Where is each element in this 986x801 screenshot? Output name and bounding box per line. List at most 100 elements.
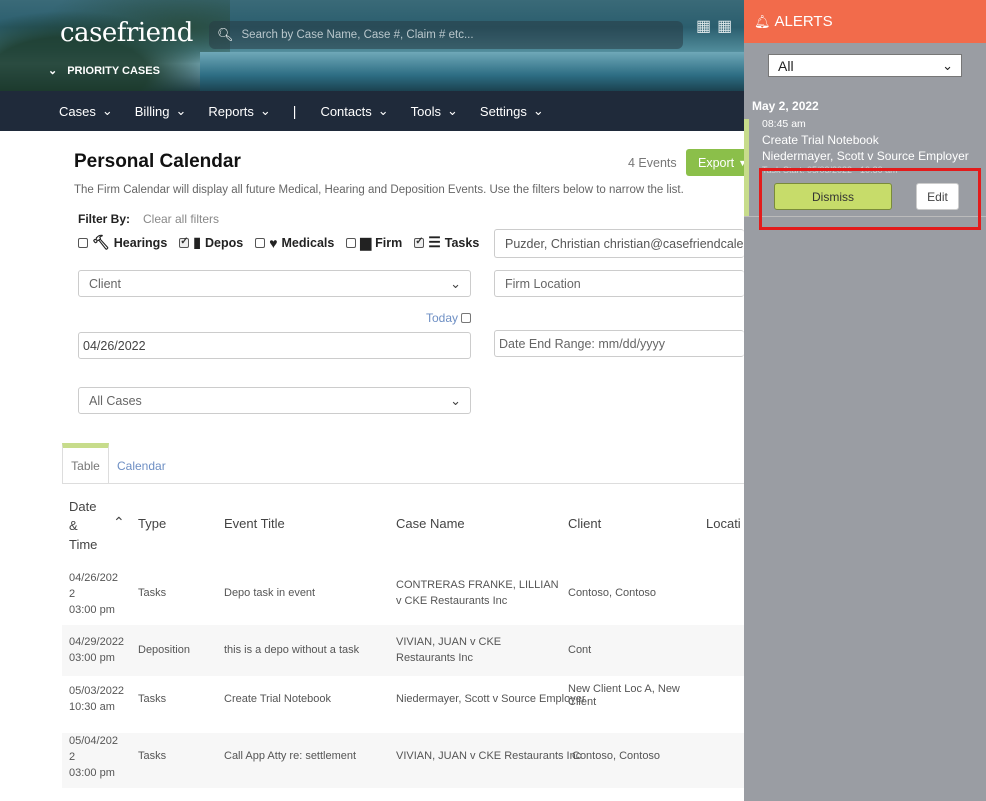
nav-separator: | [292, 103, 297, 119]
search-input[interactable]: 🔍︎ Search by Case Name, Case #, Claim # … [209, 21, 683, 49]
cell-title[interactable]: Create Trial Notebook [224, 691, 331, 707]
cell-date: 05/03/2022 10:30 am [69, 683, 124, 715]
hearings-checkbox[interactable] [78, 237, 88, 248]
cell-type: Tasks [138, 587, 167, 599]
user-select[interactable]: Puzder, Christian christian@casefriendca… [494, 229, 744, 258]
priority-cases-toggle[interactable]: ⌄ PRIORITY CASES [48, 64, 160, 78]
date-line: 2 [69, 751, 76, 763]
cell-title[interactable]: Call App Atty re: settlement [224, 748, 356, 764]
nav-item-cases[interactable]: Cases ⌄ [59, 103, 113, 119]
chevron-down-icon: ⌄ [532, 103, 544, 118]
nav-label: Tools [410, 103, 442, 119]
list-icon: ☰ [428, 234, 441, 250]
today-label: Today [426, 311, 459, 325]
start-date-input[interactable]: 04/26/2022 [78, 332, 471, 359]
header-text: & [69, 518, 78, 533]
case-line: v CKE Restaurants Inc [396, 595, 508, 607]
sea-graphic [200, 52, 800, 91]
tab-calendar[interactable]: Calendar [117, 459, 166, 473]
bell-icon: 🔔︎ [754, 13, 771, 29]
time-line: 03:00 pm [69, 767, 115, 779]
date-line: 04/26/202 [69, 572, 118, 584]
alert-time: 08:45 am [762, 118, 806, 130]
cell-title[interactable]: Depo task in event [224, 585, 315, 601]
date-line: 04/29/2022 [69, 636, 125, 648]
highlight-box [759, 168, 981, 230]
alerts-filter-value: All [778, 57, 794, 74]
cell-case[interactable]: VIVIAN, JUAN v CKE Restaurants Inc [396, 634, 501, 666]
date-line: 2 [69, 588, 76, 600]
firm-label: Firm [375, 235, 403, 250]
chevron-down-icon: ⌄ [450, 393, 461, 408]
priority-cases-label: PRIORITY CASES [67, 64, 160, 77]
filter-depos[interactable]: ▮ Depos [179, 234, 243, 251]
cell-client: Contoso, Contoso [572, 750, 661, 762]
nav-label: Reports [208, 103, 254, 119]
filter-firm[interactable]: ▆ Firm [346, 234, 402, 251]
filter-medicals[interactable]: ♥ Medicals [255, 235, 334, 251]
cell-date: 04/29/2022 03:00 pm [69, 634, 124, 666]
filter-tasks[interactable]: ☰ Tasks [414, 234, 479, 251]
chevron-down-icon: ⌄ [48, 65, 58, 77]
case-line: Restaurants Inc [396, 652, 474, 664]
sort-ascending-icon[interactable]: ⌃ [113, 514, 125, 531]
col-header-date[interactable]: Date & Time [69, 497, 97, 554]
alert-accent-bar [744, 119, 749, 216]
firm-checkbox[interactable] [346, 237, 357, 248]
medicals-checkbox[interactable] [255, 237, 266, 248]
nav-item-settings[interactable]: Settings ⌄ [480, 103, 544, 119]
alert-title[interactable]: Create Trial Notebook [762, 133, 879, 147]
header-text: Date [69, 499, 97, 514]
nav-item-billing[interactable]: Billing ⌄ [135, 103, 187, 119]
end-date-input[interactable]: Date End Range: mm/dd/yyyy [494, 330, 744, 357]
today-checkbox[interactable] [461, 313, 472, 323]
cell-case[interactable]: VIVIAN, JUAN v CKE Restaurants Inc [396, 748, 581, 764]
nav-label: Cases [59, 103, 96, 119]
firm-location-select[interactable]: Firm Location [494, 270, 744, 297]
col-header-event-title[interactable]: Event Title [224, 516, 285, 531]
date-line: 05/03/2022 [69, 685, 125, 697]
col-header-type[interactable]: Type [138, 516, 166, 531]
cell-type: Tasks [138, 750, 167, 762]
alert-date: May 2, 2022 [752, 99, 819, 113]
client-line: Client [568, 696, 597, 708]
today-toggle[interactable]: Today [426, 311, 472, 325]
date-line: 05/04/202 [69, 735, 118, 747]
page-description: The Firm Calendar will display all futur… [74, 184, 684, 196]
col-header-location[interactable]: Locati [706, 516, 741, 531]
col-header-client[interactable]: Client [568, 516, 601, 531]
filter-by-label: Filter By: [78, 212, 131, 226]
event-type-filters: 🔨︎ Hearings ▮ Depos ♥ Medicals ▆ Firm ☰ … [78, 234, 485, 251]
client-select[interactable]: Client ⌄ [78, 270, 471, 297]
user-value: Puzder, Christian christian@casefriendca… [505, 236, 744, 251]
alerts-header: 🔔︎ ALERTS [744, 0, 986, 43]
export-label: Export [698, 155, 735, 170]
tasks-checkbox[interactable] [414, 236, 425, 248]
chevron-down-icon: ⌄ [377, 103, 389, 118]
cell-case[interactable]: Niedermayer, Scott v Source Employer [396, 691, 586, 707]
app-logo[interactable]: casefriend [60, 18, 193, 48]
page-title: Personal Calendar [74, 151, 241, 172]
col-header-case-name[interactable]: Case Name [396, 516, 465, 531]
filter-hearings[interactable]: 🔨︎ Hearings [78, 234, 167, 251]
cell-title[interactable]: this is a depo without a task [224, 642, 359, 658]
depos-checkbox[interactable] [179, 236, 190, 248]
alert-case[interactable]: Niedermayer, Scott v Source Employer [762, 149, 969, 163]
alerts-filter-select[interactable]: All ⌄ [768, 54, 962, 77]
clear-filters-link[interactable]: Clear all filters [143, 212, 219, 226]
building-icon[interactable]: ▦ [696, 16, 711, 36]
nav-item-reports[interactable]: Reports ⌄ [208, 103, 270, 119]
building-icon[interactable]: ▦ [717, 16, 732, 36]
cell-case[interactable]: CONTRERAS FRANKE, LILLIAN v CKE Restaura… [396, 577, 559, 609]
chevron-down-icon: ⌄ [101, 103, 113, 118]
events-count: 4 Events [628, 156, 677, 170]
depos-label: Depos [205, 235, 244, 250]
header-text: Time [69, 537, 98, 552]
tab-table[interactable]: Table [62, 443, 109, 484]
cases-select[interactable]: All Cases ⌄ [78, 387, 471, 414]
cell-type: Deposition [138, 644, 190, 656]
nav-label: Settings [479, 103, 527, 119]
nav-item-tools[interactable]: Tools ⌄ [411, 103, 458, 119]
nav-item-contacts[interactable]: Contacts ⌄ [320, 103, 388, 119]
chevron-down-icon: ⌄ [942, 58, 953, 73]
